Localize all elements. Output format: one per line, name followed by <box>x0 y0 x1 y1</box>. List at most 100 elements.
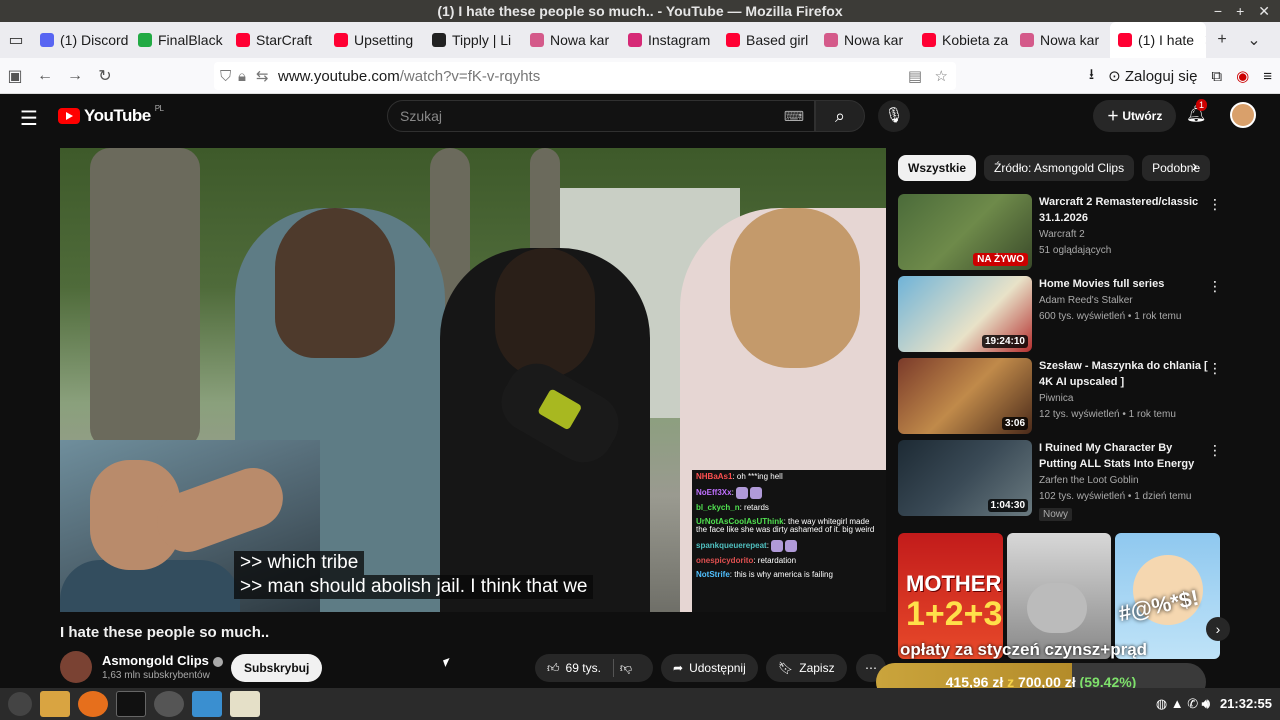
lock-icon[interactable]: 🔒︎ <box>238 68 256 85</box>
permissions-icon[interactable]: ⇆ <box>256 67 278 85</box>
dislike-icon[interactable]: 👎︎ <box>620 654 632 682</box>
obs-icon[interactable] <box>154 691 184 717</box>
channel-name[interactable]: Asmongold Clips <box>102 653 223 668</box>
duration-badge: 19:24:10 <box>981 335 1028 348</box>
recommended-channel[interactable]: Piwnica <box>1039 391 1073 407</box>
browser-tab[interactable]: FinalBlack <box>130 22 228 58</box>
extensions-icon[interactable]: ⧉ <box>1211 68 1222 85</box>
video-thumbnail[interactable]: 19:24:10 <box>898 276 1032 352</box>
more-options-icon[interactable]: ⋮ <box>1208 196 1222 213</box>
new-tab-icon[interactable]: + <box>1206 31 1238 49</box>
menu-icon[interactable]: ≡ <box>1263 68 1272 85</box>
share-button[interactable]: ➦ Udostępnij <box>661 654 758 682</box>
video-thumbnail[interactable]: 3:06 <box>898 358 1032 434</box>
filter-chip[interactable]: Źródło: Asmongold Clips <box>984 155 1135 181</box>
user-avatar[interactable] <box>1230 102 1256 128</box>
browser-tab[interactable]: Nowa kar <box>522 22 620 58</box>
browser-tab[interactable]: Instagram <box>620 22 718 58</box>
tab-favicon-icon <box>824 33 838 47</box>
more-options-icon[interactable]: ⋮ <box>1208 360 1222 377</box>
recommended-title[interactable]: I Ruined My Character By Putting ALL Sta… <box>1039 440 1211 472</box>
terminal-icon[interactable] <box>116 691 146 717</box>
recommended-channel[interactable]: Adam Reed's Stalker <box>1039 293 1133 309</box>
recommended-video[interactable]: 19:24:10 Home Movies full series Adam Reed… <box>898 276 1222 352</box>
recommended-channel[interactable]: Warcraft 2 <box>1039 227 1085 243</box>
minimize-icon[interactable]: − <box>1214 0 1222 22</box>
video-player[interactable]: NHBaAs1: oh ***ing hell NoEff3Xx: bl_ckyc… <box>60 148 886 612</box>
filter-chip[interactable]: Podobne <box>1142 155 1211 181</box>
forward-icon[interactable]: → <box>60 67 90 85</box>
media-player-icon[interactable] <box>192 691 222 717</box>
recommended-video[interactable]: 1:04:30 I Ruined My Character By Putting … <box>898 440 1222 521</box>
chat-text: retards <box>744 502 769 512</box>
more-options-icon[interactable]: ⋮ <box>1208 442 1222 459</box>
voice-search-icon[interactable]: 🎙︎ <box>878 100 910 132</box>
subscribe-button[interactable]: Subskrybuj <box>231 654 323 682</box>
save-button[interactable]: 🔖︎ Zapisz <box>766 654 847 682</box>
browser-tab[interactable]: (1) Discord <box>32 22 130 58</box>
bookmark-star-icon[interactable]: ☆ <box>935 67 948 85</box>
browser-tab[interactable]: Upsetting <box>326 22 424 58</box>
shield-icon[interactable]: ⛉ <box>220 68 238 85</box>
tab-list-icon[interactable]: ⌄ <box>1238 30 1270 50</box>
reload-icon[interactable]: ↻ <box>90 66 120 86</box>
maximize-icon[interactable]: + <box>1236 0 1244 22</box>
like-icon[interactable]: 👍︎ <box>547 654 560 682</box>
account-login[interactable]: ⊙ Zaloguj się <box>1108 67 1197 85</box>
keyboard-icon[interactable]: ⌨ <box>784 101 804 131</box>
firefox-icon[interactable] <box>78 691 108 717</box>
recommended-video[interactable]: NA ŻYWO Warcraft 2 Remastered/classic 31.… <box>898 194 1222 270</box>
recommended-title[interactable]: Warcraft 2 Remastered/classic 31.1.2026 <box>1039 194 1211 226</box>
video-thumbnail[interactable]: NA ŻYWO <box>898 194 1032 270</box>
browser-tab[interactable]: Nowa kar <box>816 22 914 58</box>
recommended-stats: 51 oglądających <box>1039 245 1112 256</box>
more-options-icon[interactable]: ⋮ <box>1208 278 1222 295</box>
power-icon[interactable] <box>8 692 32 716</box>
recommended-title[interactable]: Szesław - Maszynka do chlania [ 4K AI up… <box>1039 358 1211 390</box>
clock: 21:32:55 <box>1219 696 1272 711</box>
search-button[interactable]: ⌕ <box>815 100 865 132</box>
caption-line-1: >> which tribe <box>234 551 365 575</box>
browser-tab[interactable]: Kobieta za <box>914 22 1012 58</box>
notifications-bell-icon[interactable]: 🔔︎ 1 <box>1186 99 1208 124</box>
browser-tab[interactable]: Based girl <box>718 22 816 58</box>
tab-favicon-icon <box>726 33 740 47</box>
hamburger-menu-icon[interactable]: ☰ <box>20 106 38 131</box>
like-count[interactable]: 69 tys. <box>566 654 601 682</box>
channel-subscribers: 1,63 mln subskrybentów <box>102 670 210 681</box>
tab-overview-icon[interactable]: ▭ <box>0 30 32 50</box>
close-icon[interactable]: ✕ <box>1258 0 1270 22</box>
channel-avatar[interactable] <box>60 651 92 683</box>
window-title: (1) I hate these people so much.. - YouT… <box>437 3 843 19</box>
reader-icon[interactable]: ▤ <box>908 67 922 85</box>
back-icon[interactable]: ← <box>30 67 60 85</box>
short-123-label: 1+2+3 <box>906 595 1003 633</box>
tray-icons[interactable]: ◍ ▲ ✆ 🔊︎ <box>1156 688 1210 720</box>
tab-favicon-icon <box>138 33 152 47</box>
download-icon[interactable]: ⭳ <box>1089 64 1094 89</box>
files-icon[interactable] <box>40 691 70 717</box>
chat-username: onespicydorito <box>696 556 754 566</box>
chat-username: NotStrife <box>696 569 730 579</box>
chat-message: NHBaAs1: oh ***ing hell <box>696 472 783 481</box>
filter-chip[interactable]: Wszystkie <box>898 155 977 181</box>
youtube-logo[interactable]: YouTube PL <box>58 104 164 126</box>
browser-tab[interactable]: Tipply | Li <box>424 22 522 58</box>
shorts-next-icon[interactable]: › <box>1206 617 1230 641</box>
chevron-right-icon[interactable]: › <box>1192 158 1197 176</box>
search-icon: ⌕ <box>834 106 846 126</box>
video-thumbnail[interactable]: 1:04:30 <box>898 440 1032 516</box>
url-bar[interactable]: ⛉ 🔒︎ ⇆ www.youtube.com/watch?v=fK-v-rqyh… <box>214 62 956 90</box>
sidebar-toggle-icon[interactable]: ▣ <box>0 66 30 86</box>
search-input[interactable]: Szukaj ⌨ <box>387 100 815 132</box>
recommended-channel[interactable]: Zarfen the Loot Goblin <box>1039 473 1139 489</box>
browser-tab[interactable]: StarCraft <box>228 22 326 58</box>
recommended-title[interactable]: Home Movies full series <box>1039 276 1211 292</box>
text-editor-icon[interactable] <box>230 691 260 717</box>
tab-label: Tipply | Li <box>452 32 512 48</box>
browser-tab[interactable]: (1) I hate✕ <box>1110 22 1206 58</box>
addon-icon[interactable]: ◉ <box>1236 67 1249 85</box>
browser-tab[interactable]: Nowa kar <box>1012 22 1110 58</box>
create-button[interactable]: ＋ Utwórz <box>1093 100 1177 132</box>
recommended-video[interactable]: 3:06 Szesław - Maszynka do chlania [ 4K A… <box>898 358 1222 434</box>
